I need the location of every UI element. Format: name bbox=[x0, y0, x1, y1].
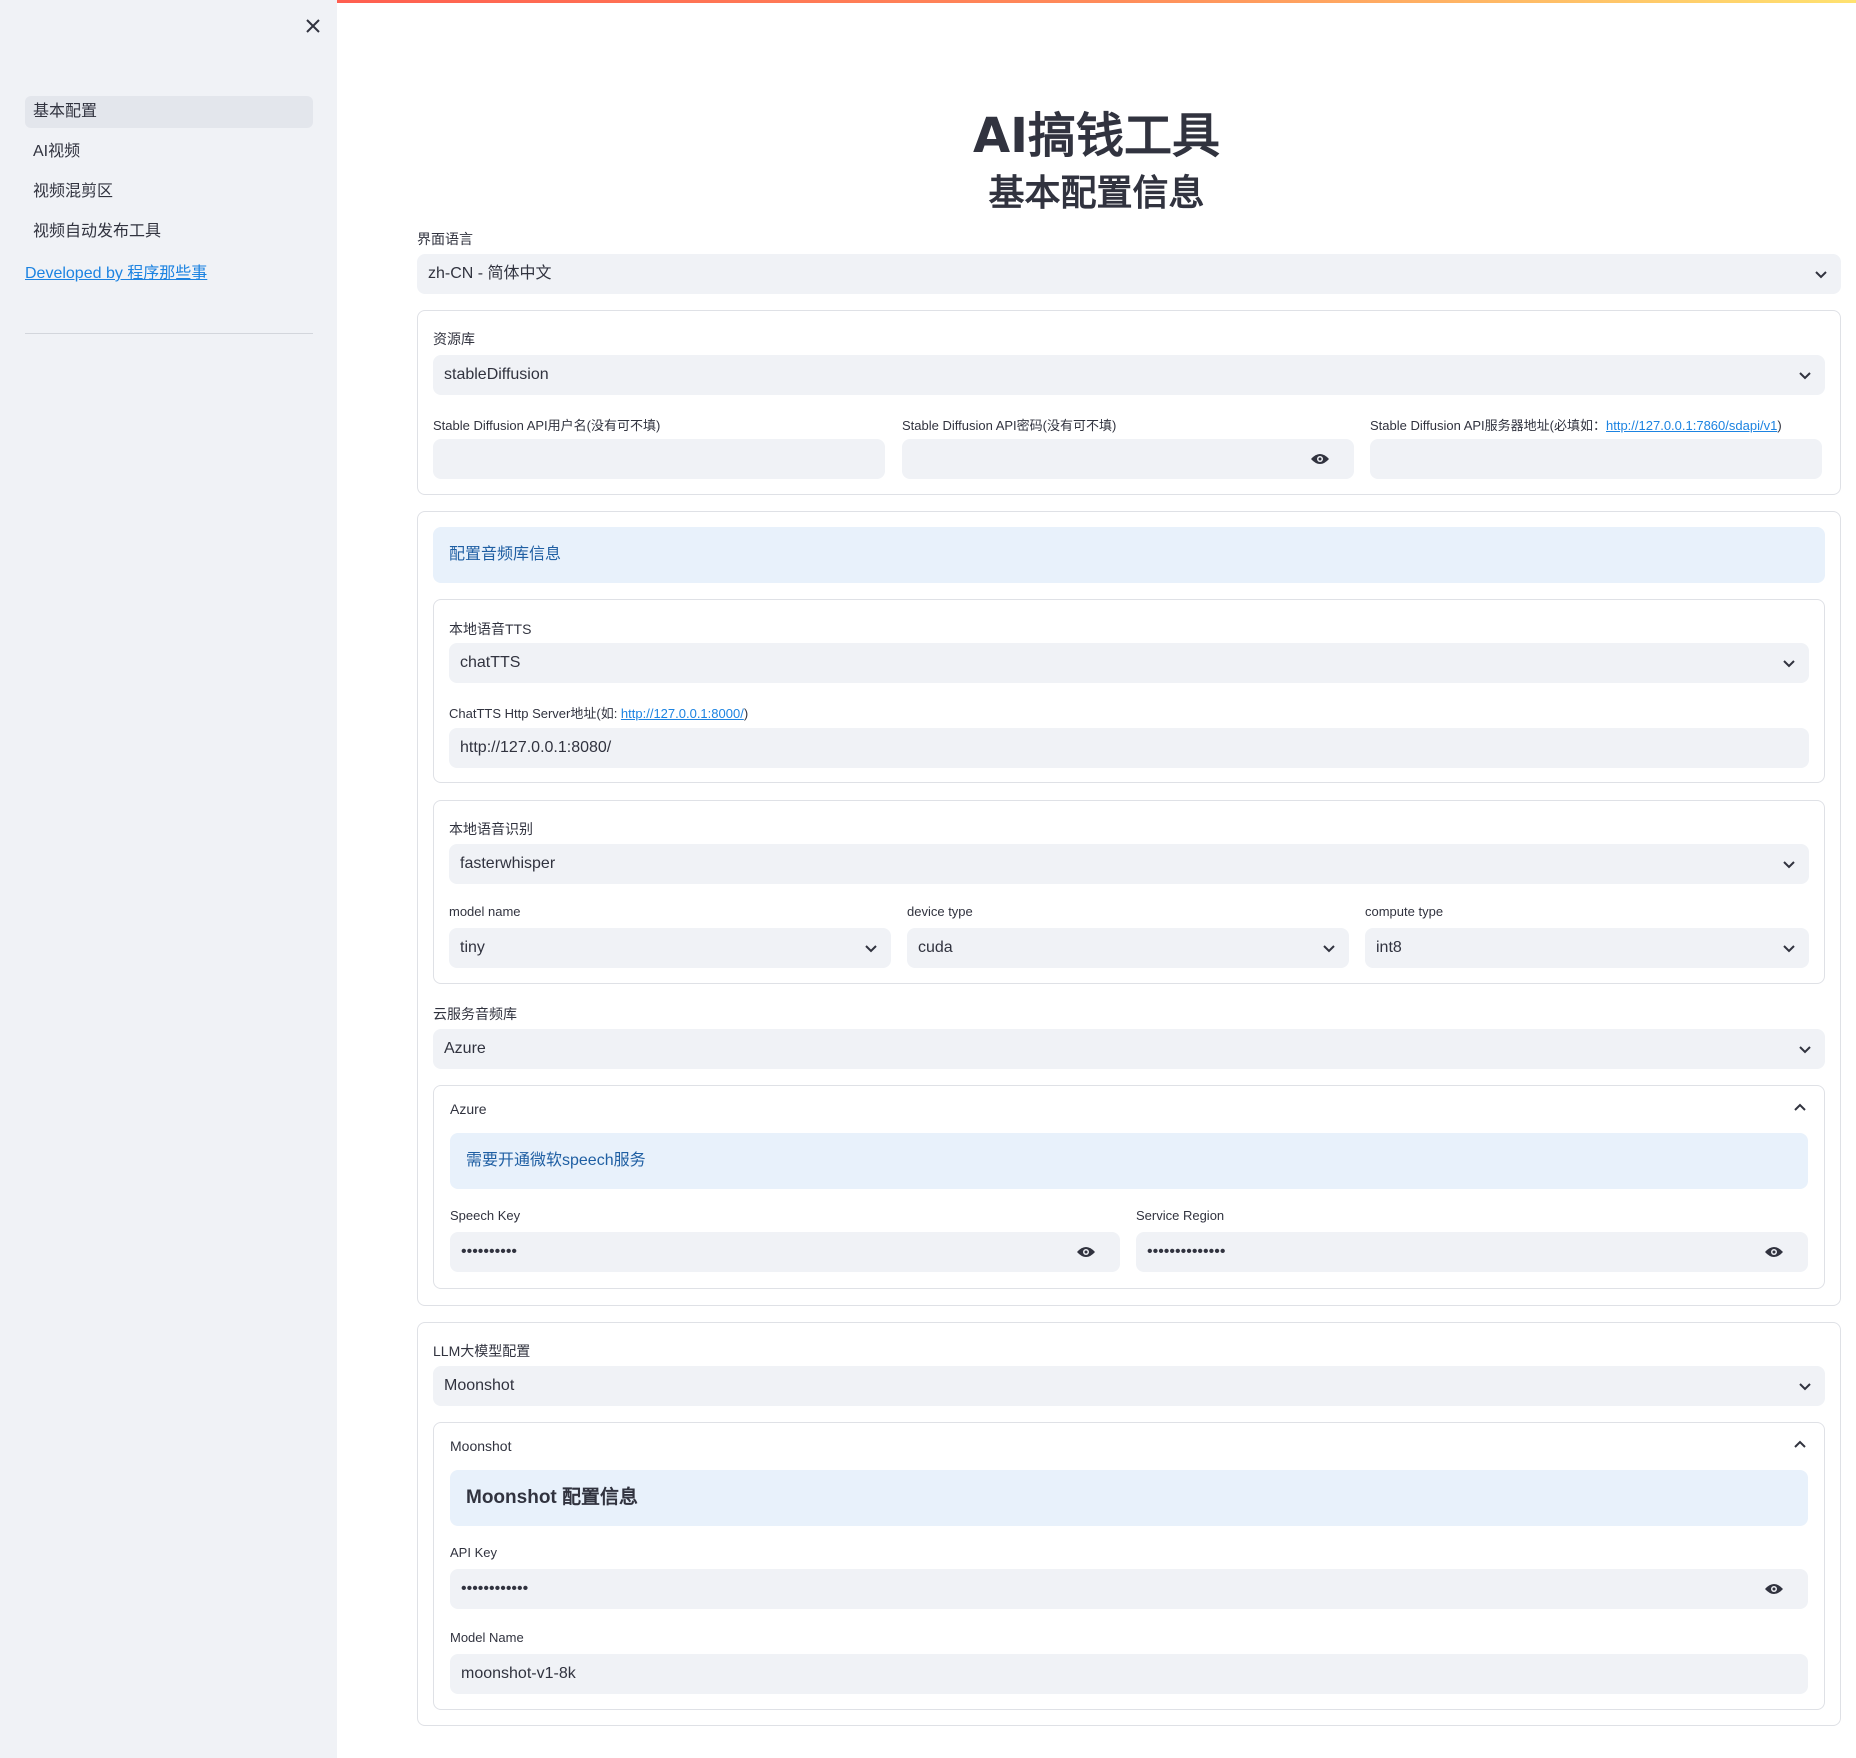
language-select-value: zh-CN - 简体中文 bbox=[428, 265, 552, 282]
api-key-label: API Key bbox=[450, 1545, 497, 1560]
asr-select-value: fasterwhisper bbox=[460, 855, 556, 872]
sidebar-item-ai-video[interactable]: AI视频 bbox=[25, 136, 313, 168]
cloud-audio-label: 云服务音频库 bbox=[433, 1006, 517, 1022]
chevron-up-icon[interactable] bbox=[1792, 1100, 1808, 1116]
api-key-value: •••••••••••• bbox=[461, 1580, 529, 1597]
sidebar: 基本配置 AI视频 视频混剪区 视频自动发布工具 Developed by 程序… bbox=[0, 0, 337, 1758]
compute-type-value: int8 bbox=[1376, 939, 1402, 956]
chattts-server-input[interactable]: http://127.0.0.1:8080/ bbox=[449, 728, 1809, 768]
llm-label: LLM大模型配置 bbox=[433, 1343, 531, 1359]
sd-server-label-prefix: Stable Diffusion API服务器地址(必填如： bbox=[1370, 418, 1606, 433]
sd-server-label: Stable Diffusion API服务器地址(必填如：http://127… bbox=[1370, 415, 1782, 434]
sd-server-example-link[interactable]: http://127.0.0.1:7860/sdapi/v1 bbox=[1606, 418, 1777, 433]
sidebar-divider bbox=[25, 333, 313, 334]
speech-key-value: •••••••••• bbox=[461, 1243, 518, 1260]
model-name-value: tiny bbox=[460, 939, 485, 956]
eye-icon[interactable] bbox=[1764, 1581, 1784, 1597]
sd-server-input[interactable] bbox=[1370, 439, 1822, 479]
chattts-example-link[interactable]: http://127.0.0.1:8000/ bbox=[621, 706, 744, 721]
close-icon[interactable] bbox=[302, 16, 324, 38]
resource-select-value: stableDiffusion bbox=[444, 366, 549, 383]
eye-icon[interactable] bbox=[1764, 1244, 1784, 1260]
chevron-up-icon[interactable] bbox=[1792, 1437, 1808, 1453]
sidebar-nav: 基本配置 AI视频 视频混剪区 视频自动发布工具 bbox=[25, 96, 313, 256]
llm-select-value: Moonshot bbox=[444, 1377, 515, 1394]
chattts-server-value: http://127.0.0.1:8080/ bbox=[460, 739, 612, 756]
compute-type-select[interactable]: int8 bbox=[1365, 928, 1809, 968]
page-subtitle: 基本配置信息 bbox=[988, 173, 1205, 214]
llm-select[interactable]: Moonshot bbox=[433, 1366, 1825, 1406]
moonshot-info-banner: Moonshot 配置信息 bbox=[450, 1470, 1808, 1526]
service-region-label: Service Region bbox=[1136, 1208, 1225, 1223]
chevron-down-icon bbox=[1783, 660, 1795, 668]
service-region-input[interactable]: •••••••••••••• bbox=[1136, 1232, 1808, 1272]
chattts-server-label-prefix: ChatTTS Http Server地址(如: bbox=[449, 706, 621, 721]
model-name-llm-input[interactable]: moonshot-v1-8k bbox=[450, 1654, 1808, 1694]
chevron-down-icon bbox=[1799, 1046, 1811, 1054]
chattts-server-label: ChatTTS Http Server地址(如: http://127.0.0.… bbox=[449, 703, 748, 722]
device-type-label: device type bbox=[907, 904, 973, 919]
sd-password-input[interactable] bbox=[902, 439, 1354, 479]
sd-server-label-suffix: ) bbox=[1777, 418, 1782, 433]
azure-info-banner: 需要开通微软speech服务 bbox=[450, 1133, 1808, 1189]
chevron-down-icon bbox=[1783, 861, 1795, 869]
model-name-llm-label: Model Name bbox=[450, 1630, 524, 1645]
resource-label: 资源库 bbox=[433, 331, 475, 347]
sidebar-item-auto-publish[interactable]: 视频自动发布工具 bbox=[25, 216, 313, 248]
tts-label: 本地语音TTS bbox=[449, 621, 532, 637]
asr-select[interactable]: fasterwhisper bbox=[449, 844, 1809, 884]
audio-info-banner: 配置音频库信息 bbox=[433, 527, 1825, 583]
asr-label: 本地语音识别 bbox=[449, 821, 533, 837]
chevron-down-icon bbox=[1323, 945, 1335, 953]
speech-key-label: Speech Key bbox=[450, 1208, 521, 1223]
eye-icon[interactable] bbox=[1076, 1244, 1096, 1260]
chattts-server-label-suffix: ) bbox=[743, 706, 749, 721]
service-region-value: •••••••••••••• bbox=[1147, 1243, 1226, 1260]
resource-select[interactable]: stableDiffusion bbox=[433, 355, 1825, 395]
api-key-input[interactable]: •••••••••••• bbox=[450, 1569, 1808, 1609]
chevron-down-icon bbox=[1815, 271, 1827, 279]
device-type-select[interactable]: cuda bbox=[907, 928, 1349, 968]
sd-username-input[interactable] bbox=[433, 439, 885, 479]
model-name-select[interactable]: tiny bbox=[449, 928, 891, 968]
main-content: AI搞钱工具 基本配置信息 界面语言 zh-CN - 简体中文 资源库 stab… bbox=[337, 0, 1856, 1758]
azure-expander-title[interactable]: Azure bbox=[450, 1101, 487, 1117]
sd-username-label: Stable Diffusion API用户名(没有可不填) bbox=[433, 418, 661, 433]
developer-link[interactable]: Developed by 程序那些事 bbox=[25, 259, 207, 283]
chevron-down-icon bbox=[1799, 372, 1811, 380]
language-select[interactable]: zh-CN - 简体中文 bbox=[417, 254, 1841, 294]
sd-password-label: Stable Diffusion API密码(没有可不填) bbox=[902, 418, 1117, 433]
chevron-down-icon bbox=[1799, 1383, 1811, 1391]
sidebar-item-basic-config[interactable]: 基本配置 bbox=[25, 96, 313, 128]
cloud-audio-select[interactable]: Azure bbox=[433, 1029, 1825, 1069]
sidebar-item-video-mix[interactable]: 视频混剪区 bbox=[25, 176, 313, 208]
page-title: AI搞钱工具 bbox=[972, 108, 1220, 164]
language-label: 界面语言 bbox=[417, 231, 473, 247]
tts-select[interactable]: chatTTS bbox=[449, 643, 1809, 683]
tts-select-value: chatTTS bbox=[460, 654, 521, 671]
cloud-audio-value: Azure bbox=[444, 1040, 486, 1057]
device-type-value: cuda bbox=[918, 939, 953, 956]
eye-icon[interactable] bbox=[1310, 451, 1330, 467]
speech-key-input[interactable]: •••••••••• bbox=[450, 1232, 1120, 1272]
compute-type-label: compute type bbox=[1365, 904, 1444, 919]
model-name-llm-value: moonshot-v1-8k bbox=[461, 1665, 576, 1682]
moonshot-expander-title[interactable]: Moonshot bbox=[450, 1438, 511, 1454]
chevron-down-icon bbox=[1783, 945, 1795, 953]
model-name-label: model name bbox=[449, 904, 521, 919]
chevron-down-icon bbox=[865, 945, 877, 953]
